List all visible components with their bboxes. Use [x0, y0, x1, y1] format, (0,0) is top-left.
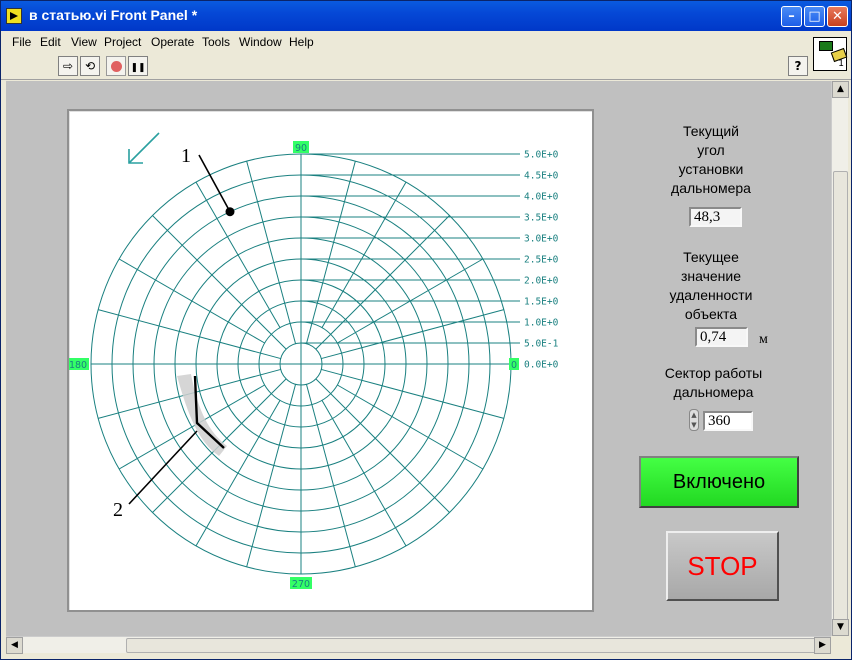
- vertical-scrollbar[interactable]: ▲ ▼: [831, 81, 849, 636]
- annotations: 12: [113, 132, 235, 521]
- radius-tick-label: 5.0E-1: [524, 339, 559, 350]
- run-arrow-icon[interactable]: [58, 56, 78, 76]
- sector-input[interactable]: 360: [703, 411, 753, 431]
- angle-label-line-4: дальномера: [671, 180, 751, 196]
- grid-spoke: [321, 181, 407, 328]
- minimize-button[interactable]: –: [781, 6, 802, 27]
- direction-arrow-line: [128, 132, 160, 164]
- angle-label: Текущий угол установки дальномера: [656, 122, 766, 198]
- grid-spoke: [118, 258, 265, 344]
- vi-connector-icon[interactable]: 1: [813, 37, 848, 71]
- radius-tick-label: 4.0E+0: [524, 192, 559, 203]
- horizontal-scrollbar[interactable]: ◀ ▶: [6, 636, 831, 654]
- radius-tick-label: 4.5E+0: [524, 171, 559, 182]
- pause-icon[interactable]: [128, 56, 148, 76]
- radius-tick-label: 2.5E+0: [524, 255, 559, 266]
- menu-edit[interactable]: Edit: [40, 35, 61, 49]
- radius-labels: 0.0E+0 5.0E-1 1.0E+0 1.5E+0 2.0E+0 2.5E+0 3.0E…: [301, 150, 559, 371]
- vertical-scroll-thumb[interactable]: [833, 171, 848, 621]
- radius-tick-label: 3.5E+0: [524, 213, 559, 224]
- radius-tick-label: 1.0E+0: [524, 318, 559, 329]
- sector-label: Сектор работы дальномера: [651, 364, 776, 402]
- vi-icon-number: 1: [838, 59, 844, 69]
- window-title: в статью.vi Front Panel *: [29, 7, 198, 23]
- angle-tick-label: 90: [295, 143, 307, 154]
- distance-label-line-3: удаленности: [669, 287, 753, 303]
- grid-spoke: [195, 400, 281, 547]
- menu-project[interactable]: Project: [104, 35, 141, 49]
- distance-label: Текущее значение удаленности объекта: [656, 248, 766, 324]
- horizontal-scroll-thumb[interactable]: [126, 638, 826, 653]
- scroll-down-icon[interactable]: ▼: [832, 619, 849, 636]
- menu-bar: File Edit View Project Operate Tools Win…: [1, 31, 851, 53]
- labview-app-icon[interactable]: [6, 8, 22, 24]
- radius-tick-label: 5.0E+0: [524, 150, 559, 161]
- radius-tick-label: 1.5E+0: [524, 297, 559, 308]
- context-help-icon[interactable]: [788, 56, 808, 76]
- angle-tick-label: 180: [69, 360, 87, 371]
- annotation-1-leader: [198, 154, 231, 213]
- distance-unit: м: [759, 332, 768, 347]
- distance-label-line-1: Текущее: [683, 249, 739, 265]
- sector-spinner-icon[interactable]: ▲ ▼: [689, 409, 699, 431]
- radius-tick-label: 0.0E+0: [524, 360, 559, 371]
- angle-tick-label: 0: [511, 360, 517, 371]
- polar-plot[interactable]: 0.0E+0 5.0E-1 1.0E+0 1.5E+0 2.0E+0 2.5E+0 3.0E…: [69, 111, 592, 610]
- abort-execution-icon[interactable]: [106, 56, 126, 76]
- menu-window[interactable]: Window: [239, 35, 282, 49]
- close-button[interactable]: ✕: [827, 6, 848, 27]
- annotation-2-label: 2: [113, 499, 123, 521]
- scroll-up-icon[interactable]: ▲: [832, 81, 849, 98]
- run-continuously-icon[interactable]: [80, 56, 100, 76]
- resize-grip-icon[interactable]: [831, 636, 848, 653]
- annotation-1-label: 1: [181, 145, 191, 167]
- angle-labels: 90 180 0 270: [69, 141, 519, 590]
- toolbar: [1, 53, 851, 80]
- radius-tick-label: 3.0E+0: [524, 234, 559, 245]
- sector-label-line-2: дальномера: [673, 384, 754, 400]
- stop-button[interactable]: STOP: [666, 531, 779, 601]
- angle-label-line-3: установки: [678, 161, 744, 177]
- distance-label-line-2: значение: [680, 268, 742, 284]
- sector-label-line-1: Сектор работы: [664, 365, 763, 381]
- angle-tick-label: 270: [292, 579, 310, 590]
- menu-view[interactable]: View: [71, 35, 97, 49]
- angle-label-line-1: Текущий: [683, 123, 739, 139]
- labview-window: в статью.vi Front Panel * – □ ✕ File Edi…: [0, 0, 852, 660]
- scroll-right-icon[interactable]: ▶: [814, 637, 831, 654]
- radius-tick-label: 2.0E+0: [524, 276, 559, 287]
- angle-label-line-2: угол: [697, 142, 725, 158]
- menu-file[interactable]: File: [12, 35, 31, 49]
- polar-plot-frame: 0.0E+0 5.0E-1 1.0E+0 1.5E+0 2.0E+0 2.5E+0 3.0E…: [67, 109, 594, 612]
- scroll-left-icon[interactable]: ◀: [6, 637, 23, 654]
- grid-spoke: [195, 181, 281, 328]
- menu-tools[interactable]: Tools: [202, 35, 230, 49]
- distance-label-line-4: объекта: [684, 306, 738, 322]
- maximize-button[interactable]: □: [804, 6, 825, 27]
- vi-icon-screen: [819, 41, 833, 51]
- grid-spoke: [337, 384, 484, 470]
- distance-indicator: 0,74: [695, 327, 748, 347]
- menu-operate[interactable]: Operate: [151, 35, 194, 49]
- title-bar[interactable]: в статью.vi Front Panel * – □ ✕: [1, 1, 851, 31]
- grid-spoke: [321, 400, 407, 547]
- enabled-button[interactable]: Включено: [639, 456, 799, 508]
- front-panel: 0.0E+0 5.0E-1 1.0E+0 1.5E+0 2.0E+0 2.5E+0 3.0E…: [6, 81, 831, 636]
- angle-indicator: 48,3: [689, 207, 742, 227]
- menu-help[interactable]: Help: [289, 35, 314, 49]
